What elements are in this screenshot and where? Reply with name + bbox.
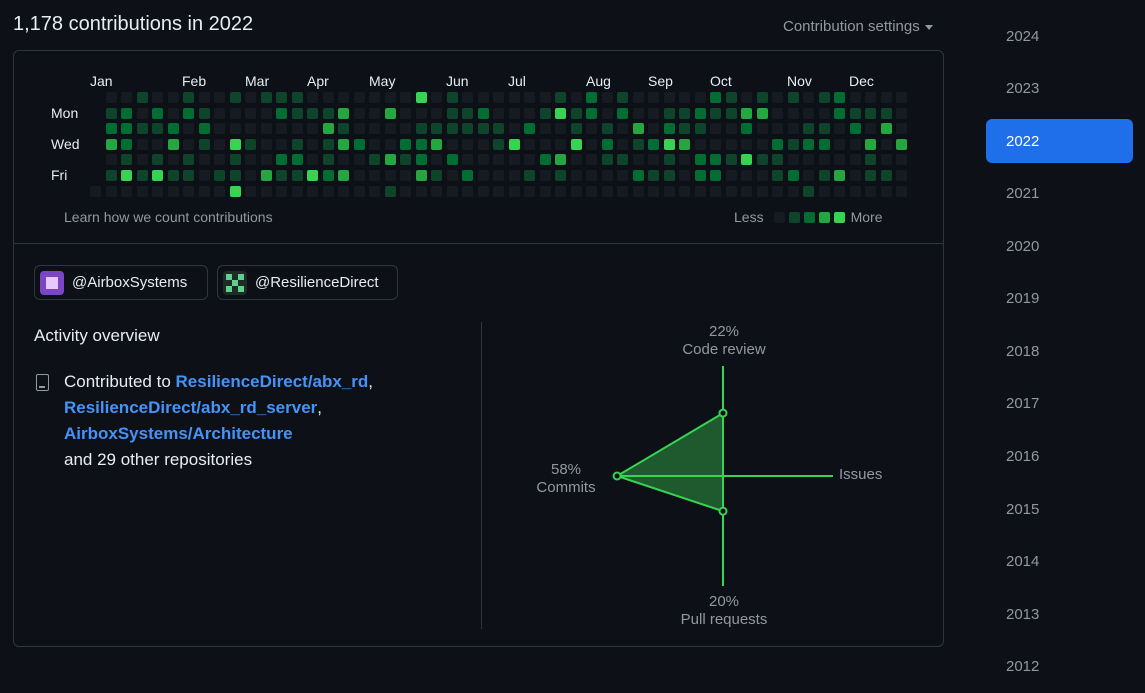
contributions-title: 1,178 contributions in 2022 <box>13 13 254 35</box>
year-item-2022[interactable]: 2022 <box>986 119 1133 164</box>
code-review-pct: 22% <box>708 323 740 340</box>
year-item-2013[interactable]: 2013 <box>986 588 1133 641</box>
commits-axis-label: 58% Commits <box>526 461 606 497</box>
year-item-2021[interactable]: 2021 <box>986 167 1133 220</box>
pull-requests-label: Pull requests <box>680 611 768 628</box>
pull-requests-axis-label: 20% Pull requests <box>664 593 784 629</box>
year-item-2024[interactable]: 2024 <box>986 10 1133 63</box>
code-review-axis-label: 22% Code review <box>674 323 774 359</box>
year-item-2018[interactable]: 2018 <box>986 325 1133 378</box>
year-list: 2024 2023 2022 2021 2020 2019 2018 2017 2016 2015… <box>986 10 1133 693</box>
pull-requests-pct: 20% <box>708 593 740 610</box>
issues-label: Issues <box>839 466 883 483</box>
caret-down-icon <box>924 25 933 30</box>
year-item-2020[interactable]: 2020 <box>986 220 1133 273</box>
radar-point-commits <box>612 471 622 481</box>
contribution-panel: Jan Feb Mar Apr May Jun Jul Aug Sep Oct Nov Dec Mon… <box>13 50 944 647</box>
radar-point-pull-requests <box>718 506 728 516</box>
commits-label: Commits <box>536 479 596 496</box>
contribution-settings-button[interactable]: Contribution settings <box>783 18 933 35</box>
year-item-2012[interactable]: 2012 <box>986 641 1133 693</box>
year-item-2017[interactable]: 2017 <box>986 378 1133 431</box>
code-review-label: Code review <box>682 341 766 358</box>
year-item-2015[interactable]: 2015 <box>986 483 1133 536</box>
issues-axis-label: Issues <box>839 466 899 484</box>
year-item-2014[interactable]: 2014 <box>986 535 1133 588</box>
activity-radar-chart <box>612 366 833 586</box>
year-item-2016[interactable]: 2016 <box>986 430 1133 483</box>
commits-pct: 58% <box>550 461 582 478</box>
radar-point-code-review <box>718 408 728 418</box>
contribution-settings-label: Contribution settings <box>783 18 920 35</box>
year-item-2023[interactable]: 2023 <box>986 63 1133 116</box>
radar-area <box>614 411 724 513</box>
year-item-2019[interactable]: 2019 <box>986 272 1133 325</box>
